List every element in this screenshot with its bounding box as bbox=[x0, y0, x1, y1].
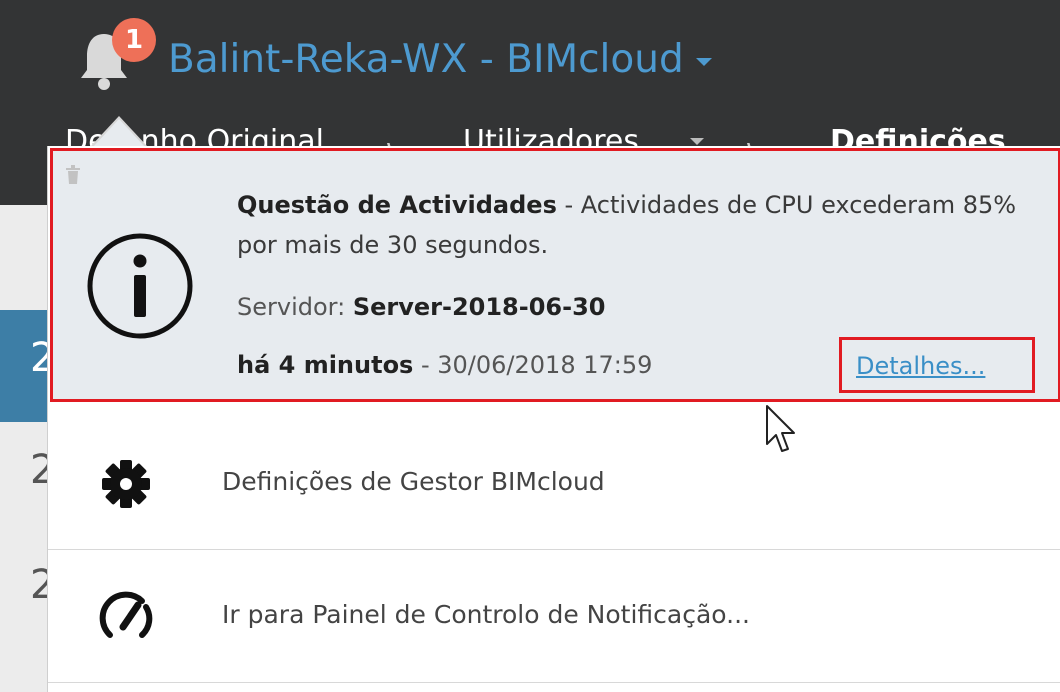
chevron-down-icon[interactable] bbox=[690, 138, 704, 145]
menu-item-label: Definições de Gestor BIMcloud bbox=[222, 467, 605, 496]
workspace-title: Balint-Reka-WX - BIMcloud bbox=[168, 37, 684, 82]
notification-title: Questão de Actividades bbox=[237, 191, 557, 219]
notification-message: Questão de Actividades - Actividades de … bbox=[237, 185, 1027, 265]
notifications-popover: Questão de Actividades - Actividades de … bbox=[47, 146, 1060, 692]
timestamp: - 30/06/2018 17:59 bbox=[413, 351, 653, 379]
gauge-icon bbox=[99, 591, 153, 638]
chevron-down-icon bbox=[695, 57, 712, 66]
menu-item-notification-dashboard[interactable]: Ir para Painel de Controlo de Notificaçã… bbox=[48, 551, 1060, 683]
notification-time: há 4 minutos - 30/06/2018 17:59 bbox=[237, 345, 652, 385]
gear-icon bbox=[102, 460, 150, 508]
bimcloud-page: 1 Balint-Reka-WX - BIMcloud Desenho Orig… bbox=[0, 0, 1060, 692]
notification-card[interactable]: Questão de Actividades - Actividades de … bbox=[50, 148, 1060, 402]
workspace-selector[interactable]: Balint-Reka-WX - BIMcloud bbox=[168, 30, 712, 90]
server-label: Servidor: bbox=[237, 293, 353, 321]
trash-icon[interactable] bbox=[65, 165, 81, 185]
popover-pointer-inner bbox=[93, 119, 145, 147]
mouse-cursor-icon bbox=[766, 405, 795, 452]
details-highlight: Detalhes... bbox=[839, 337, 1035, 393]
background-list: 2 2 2 bbox=[0, 205, 55, 692]
menu-item-label: Ir para Painel de Controlo de Notificaçã… bbox=[222, 600, 750, 629]
details-link[interactable]: Detalhes... bbox=[856, 346, 985, 386]
menu-item-manager-settings[interactable]: Definições de Gestor BIMcloud bbox=[48, 418, 1060, 550]
relative-time: há 4 minutos bbox=[237, 351, 414, 379]
info-icon bbox=[87, 233, 193, 339]
notification-count-badge: 1 bbox=[112, 18, 156, 62]
server-name: Server-2018-06-30 bbox=[352, 293, 606, 321]
notification-server: Servidor: Server-2018-06-30 bbox=[237, 287, 605, 327]
